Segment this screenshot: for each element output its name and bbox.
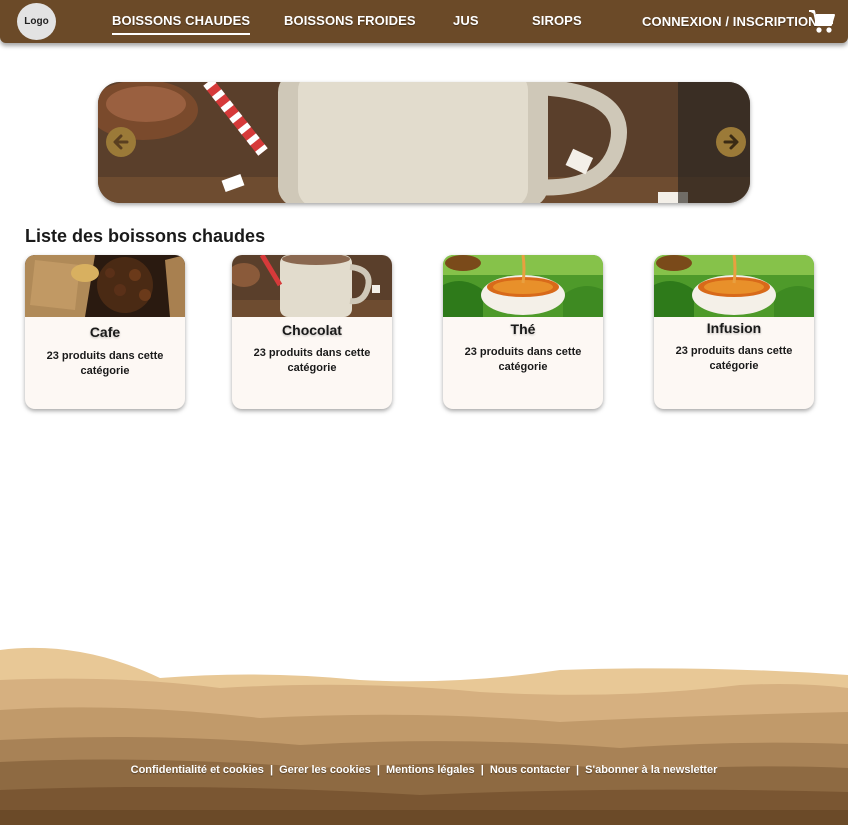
coffee-beans-image	[25, 255, 185, 317]
card-subtitle: 23 produits dans cette catégorie	[253, 347, 371, 374]
footer-waves	[0, 647, 848, 825]
logo[interactable]: Logo	[17, 3, 56, 40]
category-card-the[interactable]: Thé 23 produits dans cette catégorie	[443, 255, 603, 409]
footer-separator: |	[480, 764, 484, 776]
card-title: Chocolat	[282, 322, 342, 338]
card-subtitle: 23 produits dans cette catégorie	[46, 350, 164, 377]
nav-item-jus[interactable]: JUS	[453, 13, 479, 28]
card-title: Thé	[510, 321, 536, 337]
footer-link-contact[interactable]: Nous contacter	[490, 764, 570, 776]
nav-item-boissons-chaudes[interactable]: BOISSONS CHAUDES	[112, 13, 251, 35]
hot-chocolate-thumbnail	[232, 255, 392, 317]
nav-item-boissons-froides[interactable]: BOISSONS FROIDES	[284, 13, 416, 28]
top-navbar: Logo BOISSONS CHAUDES BOISSONS FROIDES J…	[0, 0, 848, 43]
carousel-prev-button[interactable]	[106, 127, 136, 157]
login-link[interactable]: CONNEXION / INSCRIPTION	[642, 14, 818, 29]
card-title: Cafe	[89, 324, 121, 340]
card-subtitle: 23 produits dans cette catégorie	[675, 345, 793, 372]
category-card-cafe[interactable]: Cafe 23 produits dans cette catégorie	[25, 255, 185, 409]
footer-separator: |	[269, 764, 274, 776]
tea-cup-image	[443, 255, 603, 317]
infusion-cup-image	[654, 255, 814, 317]
footer-link-newsletter[interactable]: S'abonner à la newsletter	[585, 764, 717, 776]
footer-separator: |	[376, 764, 380, 776]
section-title: Liste des boissons chaudes	[25, 226, 266, 246]
hot-chocolate-image	[98, 82, 750, 203]
card-title: Infusion	[706, 320, 762, 336]
hero-carousel[interactable]	[98, 82, 750, 203]
category-card-infusion[interactable]: Infusion 23 produits dans cette catégori…	[654, 255, 814, 409]
nav-item-sirops[interactable]: SIROPS	[532, 13, 582, 28]
footer-separator: |	[576, 764, 580, 776]
arrow-right-icon	[723, 134, 739, 150]
footer-link-cookies[interactable]: Gerer les cookies	[279, 764, 371, 776]
category-card-chocolat[interactable]: Chocolat 23 produits dans cette catégori…	[232, 255, 392, 409]
footer-link-legal[interactable]: Mentions légales	[386, 764, 475, 776]
carousel-next-button[interactable]	[716, 127, 746, 157]
shopping-cart-icon[interactable]	[808, 9, 836, 35]
arrow-left-icon	[113, 134, 129, 150]
footer-link-privacy[interactable]: Confidentialité et cookies	[131, 764, 264, 776]
card-subtitle: 23 produits dans cette catégorie	[464, 346, 582, 373]
footer-links: Confidentialité et cookies | Gerer les c…	[0, 764, 848, 776]
